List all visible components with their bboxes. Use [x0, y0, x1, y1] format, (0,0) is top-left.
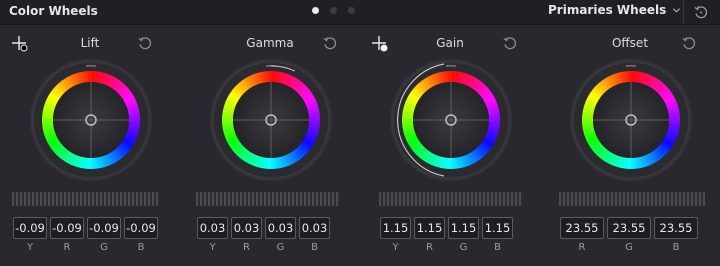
- master-wheel-slider[interactable]: [12, 192, 159, 206]
- color-wheel[interactable]: [389, 58, 513, 182]
- channel-value-field[interactable]: -0.09: [50, 217, 84, 239]
- page-dots: [312, 7, 355, 14]
- reset-icon[interactable]: [322, 35, 338, 51]
- channel-label: B: [672, 242, 680, 253]
- channel-value: 0.03 Y: [197, 217, 228, 253]
- page-dot-2[interactable]: [330, 7, 337, 14]
- channel-value-field[interactable]: 0.03: [197, 217, 228, 239]
- reset-all-icon[interactable]: [693, 4, 709, 20]
- channel-value-field[interactable]: 1.15: [448, 217, 479, 239]
- channel-value: -0.09 Y: [13, 217, 47, 253]
- header-divider: [683, 0, 684, 24]
- channel-value-field[interactable]: -0.09: [124, 217, 158, 239]
- master-wheel-slider[interactable]: [379, 192, 523, 206]
- panel-title: Color Wheels: [9, 4, 98, 18]
- channel-label: G: [276, 242, 285, 253]
- channel-value-field[interactable]: 1.15: [380, 217, 411, 239]
- channel-value-field[interactable]: 1.15: [482, 217, 513, 239]
- channel-value: 0.03 G: [265, 217, 296, 253]
- channel-value-field[interactable]: 23.55: [654, 217, 698, 239]
- channel-label: R: [426, 242, 433, 253]
- channel-value-field[interactable]: 0.03: [299, 217, 330, 239]
- channel-value: 23.55 B: [654, 217, 698, 253]
- color-wheel[interactable]: [209, 58, 333, 182]
- channel-label: G: [459, 242, 468, 253]
- channel-label: R: [243, 242, 250, 253]
- channel-value: 0.03 B: [299, 217, 330, 253]
- panel-header: Color Wheels Primaries Wheels: [0, 0, 720, 25]
- page-dot-1[interactable]: [312, 7, 319, 14]
- master-wheel-slider[interactable]: [559, 192, 705, 206]
- channel-label: Y: [392, 242, 399, 253]
- wheel-lift: Lift -0.09 Y -0.09 R -0.09 G -0.09 B: [0, 24, 180, 266]
- channel-label: R: [63, 242, 71, 253]
- channel-label: B: [311, 242, 318, 253]
- page-dot-3[interactable]: [348, 7, 355, 14]
- wheel-values: -0.09 Y -0.09 R -0.09 G -0.09 B: [13, 217, 158, 253]
- channel-label: R: [578, 242, 586, 253]
- reset-icon[interactable]: [502, 35, 518, 51]
- color-wheel[interactable]: [569, 58, 693, 182]
- channel-value: 23.55 R: [560, 217, 604, 253]
- wheel-mode-dropdown[interactable]: Primaries Wheels: [548, 3, 681, 17]
- channel-value: -0.09 B: [124, 217, 158, 253]
- eyedropper-crosshair-icon[interactable]: [11, 35, 29, 53]
- channel-value-field[interactable]: 23.55: [607, 217, 651, 239]
- wheel-offset: Offset 23.55 R 23.55 G 23.55 B: [540, 24, 720, 266]
- reset-icon[interactable]: [681, 35, 697, 51]
- eyedropper-crosshair-icon[interactable]: [371, 35, 389, 53]
- channel-value-field[interactable]: 0.03: [265, 217, 296, 239]
- chevron-down-icon: [673, 7, 681, 13]
- channel-value: 1.15 G: [448, 217, 479, 253]
- color-wheel[interactable]: [29, 58, 153, 182]
- channel-label: Y: [209, 242, 216, 253]
- channel-label: G: [100, 242, 108, 253]
- channel-value: 1.15 Y: [380, 217, 411, 253]
- channel-value: 1.15 R: [414, 217, 445, 253]
- channel-value: -0.09 R: [50, 217, 84, 253]
- reset-icon[interactable]: [137, 35, 153, 51]
- wheel-values: 23.55 R 23.55 G 23.55 B: [560, 217, 698, 253]
- wheel-gamma: Gamma 0.03 Y 0.03 R 0.03 G 0.03 B: [180, 24, 360, 266]
- wheel-mode-label: Primaries Wheels: [548, 3, 667, 17]
- master-wheel-slider[interactable]: [196, 192, 340, 206]
- channel-label: G: [625, 242, 633, 253]
- wheel-values: 0.03 Y 0.03 R 0.03 G 0.03 B: [197, 217, 330, 253]
- channel-label: B: [494, 242, 501, 253]
- channel-label: Y: [26, 242, 34, 253]
- channel-value-field[interactable]: 23.55: [560, 217, 604, 239]
- channel-value-field[interactable]: 1.15: [414, 217, 445, 239]
- channel-label: B: [137, 242, 145, 253]
- channel-value: 0.03 R: [231, 217, 262, 253]
- channel-value: 23.55 G: [607, 217, 651, 253]
- channel-value: -0.09 G: [87, 217, 121, 253]
- wheel-values: 1.15 Y 1.15 R 1.15 G 1.15 B: [380, 217, 513, 253]
- wheel-gain: Gain 1.15 Y 1.15 R 1.15 G 1.15 B: [360, 24, 540, 266]
- channel-value-field[interactable]: -0.09: [13, 217, 47, 239]
- channel-value: 1.15 B: [482, 217, 513, 253]
- channel-value-field[interactable]: 0.03: [231, 217, 262, 239]
- channel-value-field[interactable]: -0.09: [87, 217, 121, 239]
